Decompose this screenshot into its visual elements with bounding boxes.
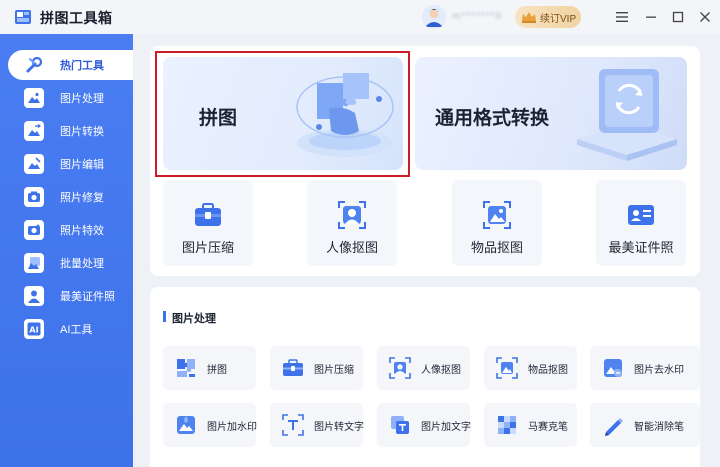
tool-tile-label: 图片加文字: [421, 421, 471, 433]
tool-tile-remove-watermark[interactable]: 图片去水印: [590, 346, 700, 390]
object-cutout-icon: [483, 201, 511, 229]
photo-effect-icon: [24, 220, 44, 240]
username: m*******6: [452, 11, 503, 22]
maximize-button[interactable]: [669, 8, 687, 26]
tool-tile-label: 拼图: [207, 364, 227, 376]
compress-icon: [195, 203, 221, 226]
vip-label: 续订VIP: [540, 13, 577, 25]
tool-card-compress[interactable]: 图片压缩: [163, 180, 253, 266]
sidebar: 热门工具 图片处理 图片转换 图片编辑 照片修复 照片特效 批量处理 最美证件照…: [0, 34, 133, 467]
tool-tile-label: 智能消除笔: [634, 421, 684, 433]
ai-icon: AI: [24, 319, 44, 339]
sidebar-item-ai-tools[interactable]: AI AI工具: [8, 314, 133, 344]
sidebar-item-label: 热门工具: [60, 60, 104, 72]
tool-tile-portrait-cutout[interactable]: 人像抠图: [377, 346, 470, 390]
eraser-pen-icon: [605, 418, 623, 436]
tool-card-label: 图片压缩: [181, 240, 234, 255]
sidebar-item-id-photo[interactable]: 最美证件照: [8, 281, 133, 311]
tool-tile-label: 图片压缩: [314, 364, 354, 376]
tool-tile-label: 图片去水印: [634, 364, 684, 376]
remove-watermark-icon: [604, 359, 622, 377]
image-to-text-icon: [282, 414, 304, 436]
avatar[interactable]: [422, 5, 446, 29]
sidebar-item-image-processing[interactable]: 图片处理: [8, 83, 133, 113]
tool-card-label: 人像抠图: [325, 240, 378, 255]
tool-tile-image-to-text[interactable]: 图片转文字: [270, 403, 364, 447]
add-text-icon: [391, 416, 409, 434]
tool-card-label: 物品抠图: [470, 240, 523, 255]
renew-vip-button[interactable]: 续订VIP: [515, 6, 581, 28]
id-card-icon: [628, 205, 654, 225]
app-logo-icon: [15, 10, 31, 24]
selection-highlight: [155, 51, 410, 177]
tool-tile-smart-eraser[interactable]: 智能消除笔: [590, 403, 700, 447]
tool-tile-label: 人像抠图: [421, 364, 461, 376]
sidebar-item-batch[interactable]: 批量处理: [8, 248, 133, 278]
add-watermark-icon: [177, 416, 195, 434]
format-convert-illustration-icon: [577, 69, 677, 161]
tool-tile-compress[interactable]: 图片压缩: [270, 346, 363, 390]
sidebar-item-label: 照片修复: [60, 192, 104, 204]
app-title: 拼图工具箱: [40, 10, 113, 26]
sidebar-item-photo-effects[interactable]: 照片特效: [8, 215, 133, 245]
title-bar: 拼图工具箱 m*******6 续订VIP: [0, 0, 720, 34]
sidebar-item-image-convert[interactable]: 图片转换: [8, 116, 133, 146]
mosaic-icon: [498, 416, 516, 434]
photo-repair-icon: [24, 187, 44, 207]
id-photo-icon: [24, 286, 44, 306]
close-icon: [700, 12, 710, 22]
sidebar-item-image-edit[interactable]: 图片编辑: [8, 149, 133, 179]
minimize-icon: [646, 16, 656, 18]
tool-card-portrait-cutout[interactable]: 人像抠图: [307, 180, 397, 266]
tool-tile-label: 马赛克笔: [528, 421, 568, 433]
tool-tile-add-text[interactable]: 图片加文字: [377, 403, 471, 447]
sidebar-item-hot-tools[interactable]: 热门工具: [8, 50, 133, 80]
svg-text:AI: AI: [29, 326, 38, 335]
compress-icon: [283, 359, 303, 376]
menu-button[interactable]: [613, 8, 631, 26]
tool-tile-label: 图片转文字: [314, 421, 364, 433]
portrait-cutout-icon: [389, 357, 411, 379]
tool-card-object-cutout[interactable]: 物品抠图: [452, 180, 542, 266]
format-convert-banner-label: 通用格式转换: [435, 108, 550, 129]
sidebar-item-label: AI工具: [60, 324, 93, 336]
sidebar-item-label: 最美证件照: [60, 291, 115, 303]
puzzle-icon: [177, 359, 195, 377]
crown-icon: [522, 12, 536, 23]
close-button[interactable]: [696, 8, 714, 26]
hamburger-icon: [616, 12, 628, 22]
user-avatar-icon: [422, 5, 446, 29]
tool-tile-object-cutout[interactable]: 物品抠图: [484, 346, 577, 390]
section-title: 图片处理: [172, 313, 216, 325]
format-convert-banner[interactable]: 通用格式转换: [415, 57, 687, 170]
tool-card-id-photo[interactable]: 最美证件照: [596, 180, 686, 266]
image-icon: [24, 88, 44, 108]
tool-tile-label: 图片加水印: [207, 421, 257, 433]
maximize-icon: [672, 11, 684, 23]
image-convert-icon: [24, 121, 44, 141]
sidebar-item-label: 照片特效: [60, 225, 104, 237]
section-accent-bar: [163, 311, 166, 322]
object-cutout-icon: [496, 357, 518, 379]
portrait-cutout-icon: [338, 201, 366, 229]
sidebar-item-label: 图片编辑: [60, 159, 104, 171]
wrench-icon: [24, 55, 44, 75]
tool-tile-label: 物品抠图: [528, 364, 568, 376]
tool-card-label: 最美证件照: [608, 240, 674, 255]
sidebar-item-label: 批量处理: [60, 258, 104, 270]
sidebar-item-label: 图片处理: [60, 93, 104, 105]
batch-icon: [24, 253, 44, 273]
tool-tile-mosaic[interactable]: 马赛克笔: [484, 403, 577, 447]
minimize-button[interactable]: [642, 8, 660, 26]
sidebar-item-label: 图片转换: [60, 126, 104, 138]
tool-tile-add-watermark[interactable]: 图片加水印: [163, 403, 257, 447]
tool-tile-puzzle[interactable]: 拼图: [163, 346, 256, 390]
sidebar-item-photo-repair[interactable]: 照片修复: [8, 182, 133, 212]
image-edit-icon: [24, 154, 44, 174]
